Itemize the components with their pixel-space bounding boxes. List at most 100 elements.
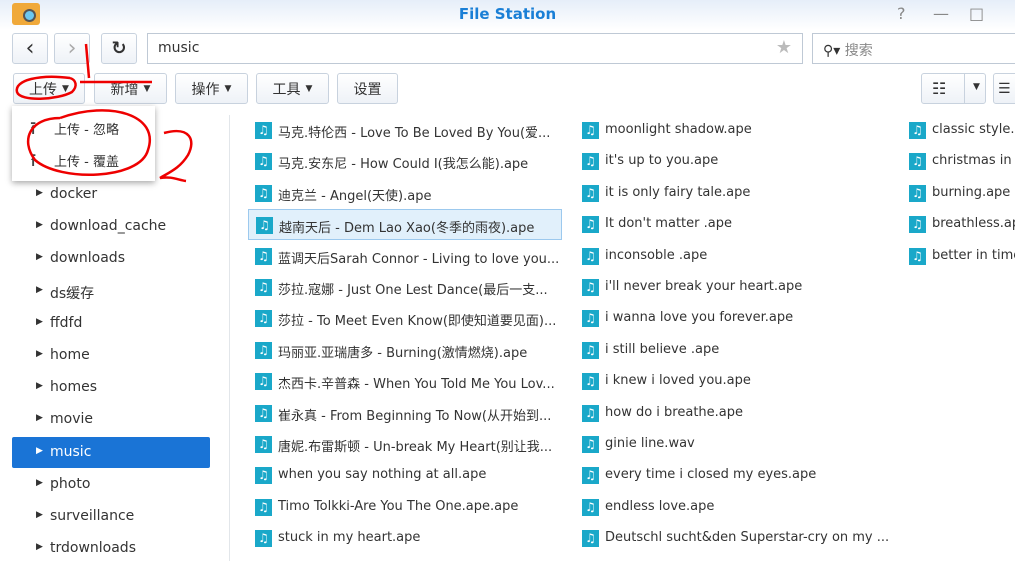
refresh-button[interactable]: ↻ (101, 33, 137, 64)
upload-button[interactable]: 上传 ▼ (13, 73, 85, 104)
expand-arrow-icon[interactable]: ▶ (36, 542, 43, 552)
file-item[interactable]: ♫ endless love.ape (575, 492, 889, 523)
menu-item-upload-skip[interactable]: ⭱ 上传 - 忽略 (12, 112, 155, 144)
file-name: 唐妮.布雷斯顿 - Un-break My Heart(别让我... (278, 440, 553, 455)
file-item[interactable]: ♫ 蓝调天后Sarah Connor - Living to love you..… (248, 241, 562, 272)
file-item[interactable]: ♫ 唐妮.布雷斯顿 - Un-break My Heart(别让我... (248, 429, 562, 460)
chevron-down-icon: ▼ (224, 83, 232, 94)
file-item[interactable]: ♫ 莎拉 - To Meet Even Know(即使知道要见面)... (248, 303, 562, 334)
path-field[interactable]: music ★ (147, 33, 803, 64)
expand-arrow-icon[interactable]: ▶ (36, 252, 43, 262)
file-name: 迪克兰 - Angel(天使).ape (278, 188, 432, 204)
file-item[interactable]: ♫ 崔永真 - From Beginning To Now(从开始到... (248, 398, 562, 429)
file-name: i wanna love you forever.ape (605, 310, 794, 326)
file-item[interactable]: ♫ 莎拉.寇娜 - Just One Lest Dance(最后一支... (248, 272, 562, 303)
sidebar-item-5[interactable]: ▶ home (12, 340, 210, 371)
file-item[interactable]: ♫ stuck in my heart.ape (248, 523, 562, 554)
expand-arrow-icon[interactable]: ▶ (36, 478, 43, 488)
file-name: burning.ape (932, 184, 1011, 200)
sidebar-item-0[interactable]: ▶ docker (12, 179, 210, 210)
sidebar-item-7[interactable]: ▶ movie (12, 404, 210, 435)
sidebar-item-1[interactable]: ▶ download_cache (12, 211, 210, 242)
music-file-icon: ♫ (255, 247, 272, 265)
sidebar-item-8[interactable]: ▶ music (12, 436, 210, 468)
file-name: when you say nothing at all.ape (278, 467, 487, 483)
sidebar-item-10[interactable]: ▶ surveillance (12, 501, 210, 532)
sidebar-item-4[interactable]: ▶ ffdfd (12, 308, 210, 339)
chevron-down-icon: ▼ (62, 83, 69, 94)
search-input[interactable]: ⚲▾ 搜索 (812, 33, 1015, 64)
menu-item-label: 上传 - 覆盖 (54, 155, 119, 170)
maximize-icon[interactable]: □ (969, 4, 984, 23)
sidebar-item-label: movie (50, 411, 93, 428)
file-item[interactable]: ♫ i wanna love you forever.ape (575, 303, 889, 334)
file-item[interactable]: ♫ 越南天后 - Dem Lao Xao(冬季的雨夜).ape (248, 209, 562, 241)
music-file-icon: ♫ (582, 153, 599, 171)
expand-arrow-icon[interactable]: ▶ (36, 317, 43, 327)
file-name: how do i breathe.ape (605, 404, 743, 420)
expand-arrow-icon[interactable]: ▶ (36, 220, 43, 230)
back-button[interactable]: ‹ (12, 33, 48, 64)
file-item[interactable]: ♫ moonlight shadow.ape (575, 115, 889, 146)
file-item[interactable]: ♫ when you say nothing at all.ape (248, 460, 562, 491)
file-item[interactable]: ♫ Timo Tolkki-Are You The One.ape.ape (248, 492, 562, 523)
file-item[interactable]: ♫ classic style.ape (902, 115, 1015, 146)
help-icon[interactable]: ? (897, 4, 906, 23)
expand-arrow-icon[interactable]: ▶ (36, 510, 43, 520)
expand-arrow-icon[interactable]: ▶ (36, 381, 43, 391)
file-item[interactable]: ♫ 马克.特伦西 - Love To Be Loved By You(爱... (248, 115, 562, 146)
file-item[interactable]: ♫ 马克.安东尼 - How Could I(我怎么能).ape (248, 146, 562, 177)
file-item[interactable]: ♫ 杰西卡.辛普森 - When You Told Me You Lov... (248, 366, 562, 397)
file-item[interactable]: ♫ 迪克兰 - Angel(天使).ape (248, 178, 562, 209)
create-button[interactable]: 新增 ▼ (94, 73, 167, 104)
file-item[interactable]: ♫ burning.ape (902, 178, 1015, 209)
action-button[interactable]: 操作 ▼ (175, 73, 248, 104)
menu-item-upload-overwrite[interactable]: ⭱ 上传 - 覆盖 (12, 144, 155, 176)
sidebar-item-label: ds缓存 (50, 285, 95, 302)
view-mode-button[interactable]: ☷ ▼ (921, 73, 986, 104)
sidebar-item-2[interactable]: ▶ downloads (12, 243, 210, 274)
search-placeholder: 搜索 (844, 43, 873, 59)
forward-button[interactable]: › (54, 33, 90, 64)
file-item[interactable]: ♫ every time i closed my eyes.ape (575, 460, 889, 491)
title-bar: File Station ? — □ (0, 0, 1015, 30)
music-file-icon: ♫ (582, 247, 599, 265)
file-item[interactable]: ♫ i still believe .ape (575, 335, 889, 366)
file-item[interactable]: ♫ it is only fairy tale.ape (575, 178, 889, 209)
expand-arrow-icon[interactable]: ▶ (36, 413, 43, 423)
file-name: christmas in my heart (932, 153, 1015, 169)
sort-button[interactable]: ☰ (993, 73, 1015, 104)
file-item[interactable]: ♫ how do i breathe.ape (575, 398, 889, 429)
music-file-icon: ♫ (255, 279, 272, 296)
sidebar-item-3[interactable]: ▶ ds缓存 (12, 276, 210, 307)
sidebar-item-label: docker (50, 186, 98, 202)
favorite-star-icon[interactable]: ★ (776, 37, 792, 58)
minimize-icon[interactable]: — (933, 4, 949, 23)
chevron-down-icon[interactable]: ▼ (964, 74, 980, 103)
file-item[interactable]: ♫ 玛丽亚.亚瑞唐多 - Burning(激情燃烧).ape (248, 335, 562, 366)
file-item[interactable]: ♫ it's up to you.ape (575, 146, 889, 177)
file-item[interactable]: ♫ inconsoble .ape (575, 241, 889, 272)
expand-arrow-icon[interactable]: ▶ (36, 446, 43, 456)
tools-button[interactable]: 工具 ▼ (256, 73, 329, 104)
file-name: inconsoble .ape (605, 247, 708, 263)
settings-button[interactable]: 设置 (337, 73, 398, 104)
sidebar-item-11[interactable]: ▶ trdownloads (12, 533, 210, 564)
file-item[interactable]: ♫ christmas in my heart (902, 146, 1015, 177)
music-file-icon: ♫ (582, 373, 599, 391)
action-label: 操作 (191, 81, 220, 98)
file-item[interactable]: ♫ i knew i loved you.ape (575, 366, 889, 397)
file-item[interactable]: ♫ i'll never break your heart.ape (575, 272, 889, 303)
music-file-icon: ♫ (255, 184, 272, 202)
file-item[interactable]: ♫ ginie line.wav (575, 429, 889, 460)
expand-arrow-icon[interactable]: ▶ (36, 349, 43, 359)
sidebar-item-6[interactable]: ▶ homes (12, 372, 210, 403)
expand-arrow-icon[interactable]: ▶ (36, 188, 43, 198)
file-item[interactable]: ♫ breathless.ape (902, 209, 1015, 240)
sidebar-item-9[interactable]: ▶ photo (12, 469, 210, 500)
file-item[interactable]: ♫ Deutschl sucht&den Superstar-cry on my … (575, 523, 889, 554)
search-icon[interactable]: ⚲▾ (823, 43, 840, 59)
expand-arrow-icon[interactable]: ▶ (36, 285, 43, 295)
file-item[interactable]: ♫ better in time (902, 241, 1015, 272)
file-item[interactable]: ♫ It don't matter .ape (575, 209, 889, 240)
